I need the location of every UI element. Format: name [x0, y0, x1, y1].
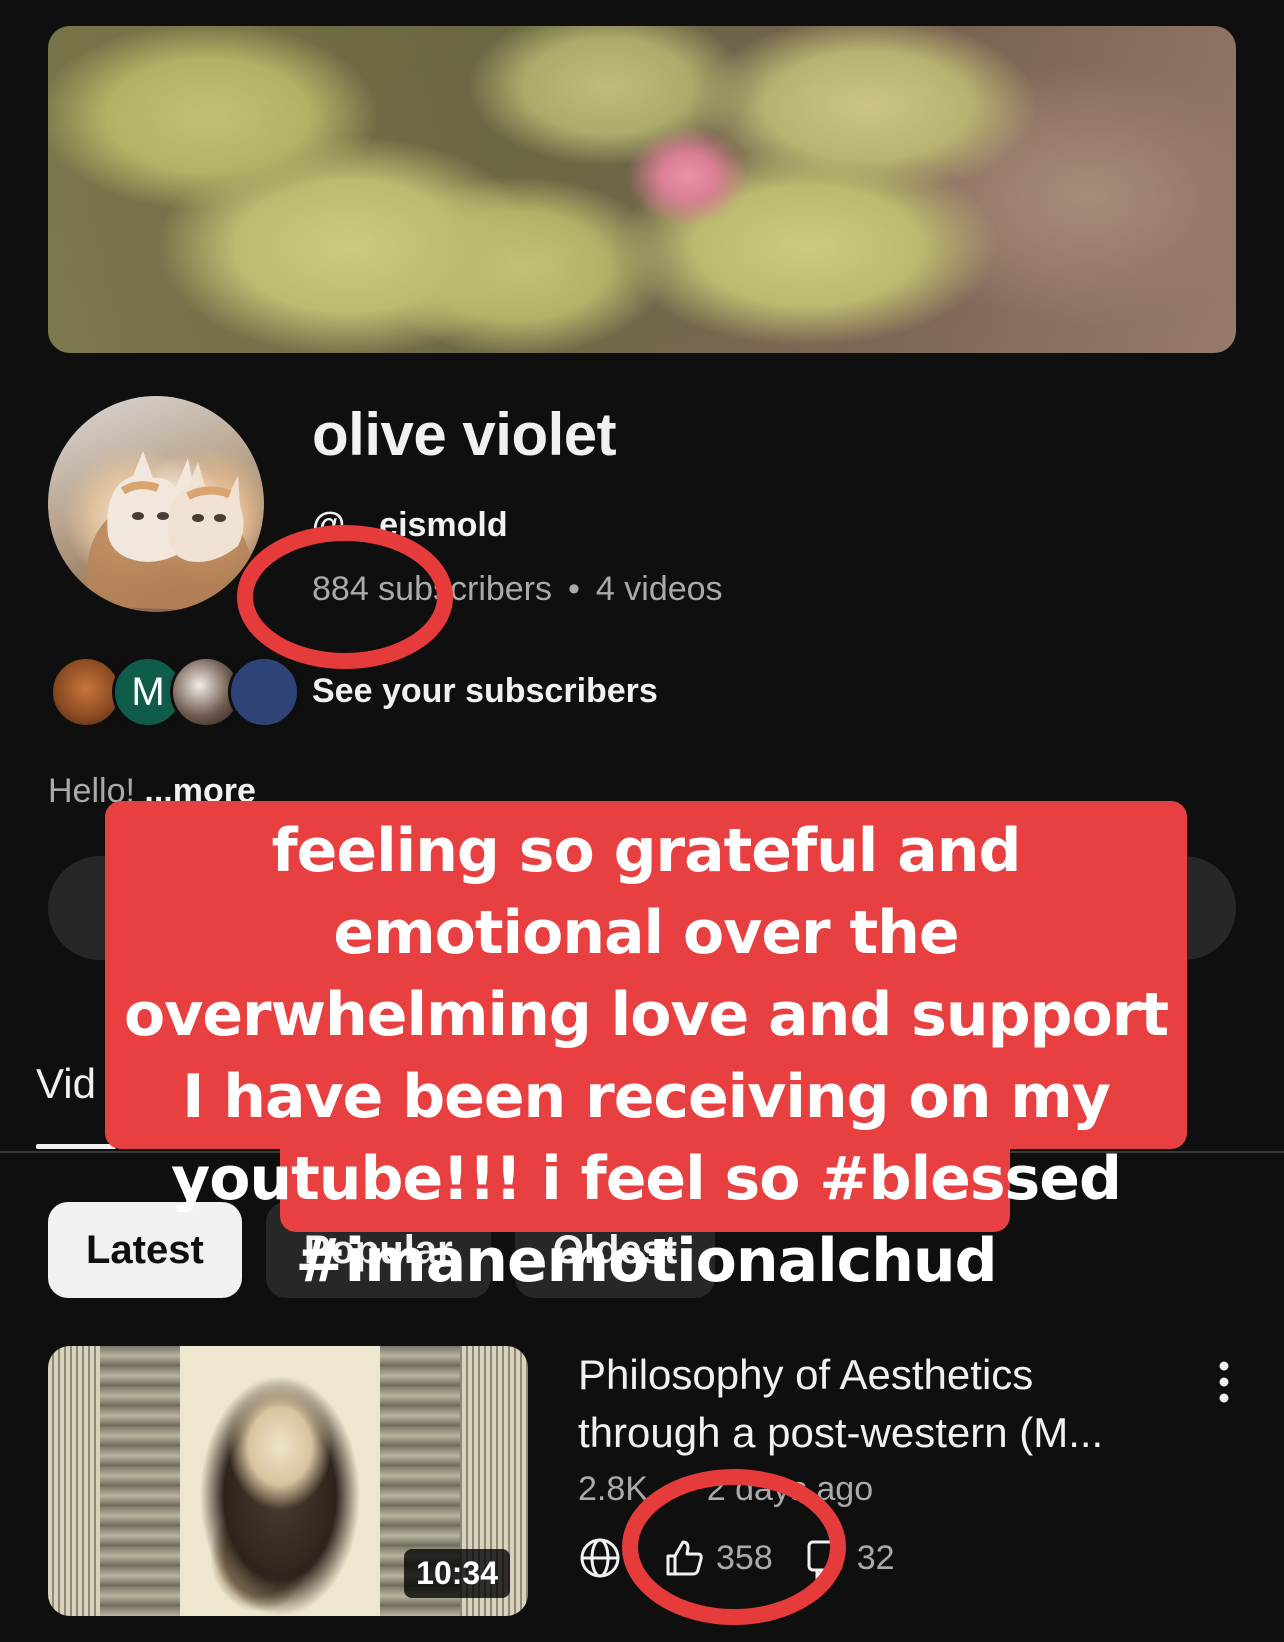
- channel-name: olive violet: [312, 401, 617, 468]
- thumbnail-portrait: [180, 1346, 380, 1616]
- tab-videos[interactable]: Vid: [36, 1060, 96, 1108]
- video-title[interactable]: Philosophy of Aesthetics through a post-…: [578, 1346, 1178, 1462]
- channel-stats: 884 subscribers • 4 videos: [312, 570, 723, 609]
- video-item[interactable]: 10:34 Philosophy of Aesthetics through a…: [48, 1346, 1236, 1616]
- video-duration: 10:34: [404, 1549, 510, 1598]
- subscriber-count: 884 subscribers: [312, 570, 553, 608]
- video-views: 2.8K: [578, 1470, 648, 1508]
- comment-count: 32: [856, 1538, 895, 1577]
- video-thumbnail[interactable]: 10:34: [48, 1346, 528, 1616]
- like-count: 358: [716, 1538, 773, 1577]
- tab-active-indicator: [36, 1144, 116, 1149]
- stats-separator: •: [568, 570, 580, 608]
- channel-avatar[interactable]: [48, 396, 264, 612]
- thumbs-up-icon: [666, 1540, 703, 1576]
- cats-illustration: [86, 451, 255, 612]
- globe-icon: [580, 1538, 620, 1578]
- subscriber-avatars[interactable]: M: [50, 656, 300, 728]
- channel-banner: [48, 26, 1236, 353]
- overlay-caption: feeling so grateful and emotional over t…: [124, 816, 1169, 1296]
- comment-icon: [807, 1540, 843, 1580]
- subscriber-avatar-blue: [228, 656, 300, 728]
- banner-haze: [48, 26, 1236, 353]
- meta-separator: •: [671, 1470, 684, 1508]
- more-options-icon[interactable]: [1212, 1358, 1236, 1406]
- video-count: 4 videos: [595, 570, 723, 608]
- see-subscribers-link[interactable]: See your subscribers: [312, 672, 658, 711]
- video-stats: 358 32: [578, 1536, 925, 1580]
- thumbnail-ornament-left: [100, 1346, 180, 1616]
- video-age: 2 days ago: [706, 1470, 874, 1508]
- video-meta: 2.8K • 2 days ago: [578, 1470, 873, 1509]
- channel-handle: @…eismold: [312, 506, 508, 544]
